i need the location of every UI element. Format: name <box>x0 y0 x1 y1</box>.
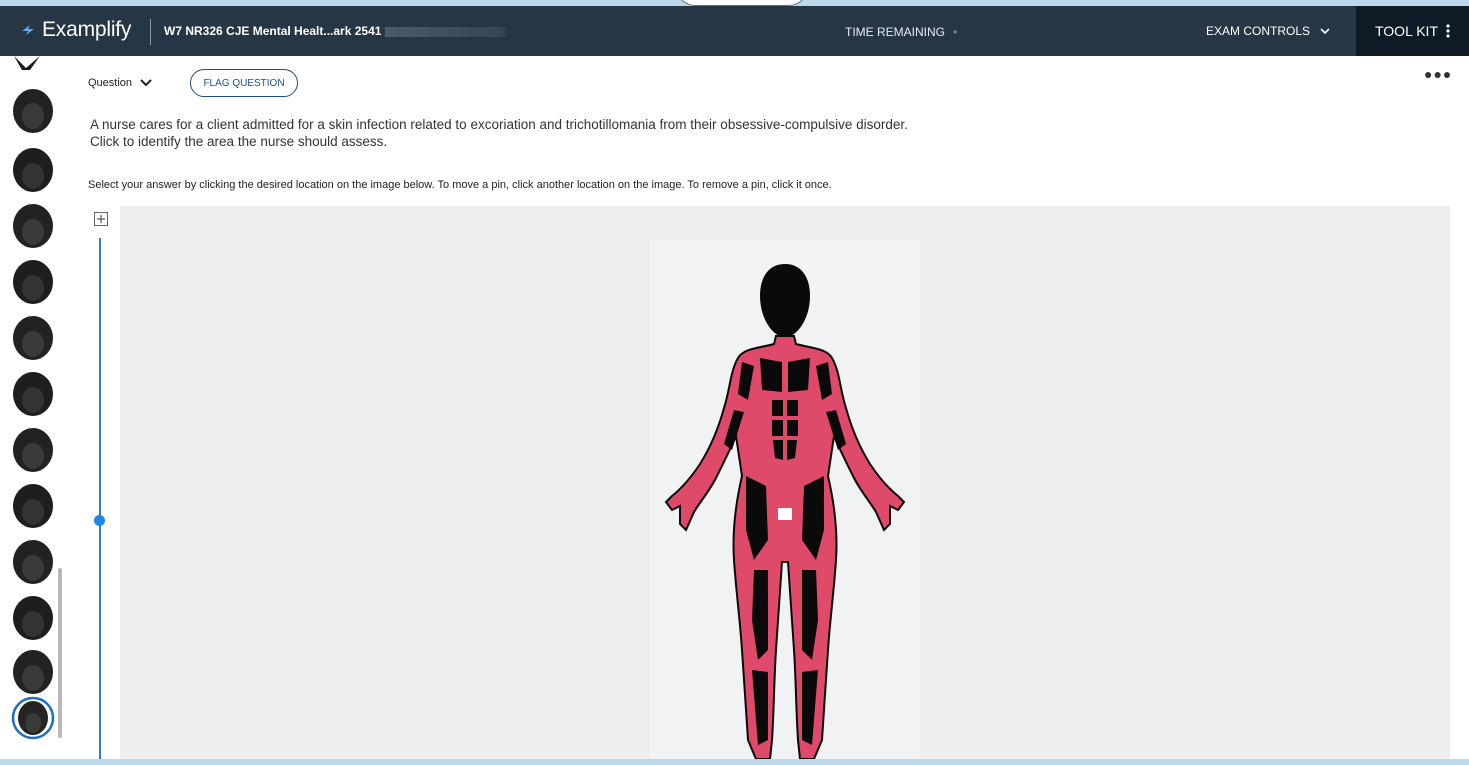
flag-question-button[interactable]: FLAG QUESTION <box>190 69 298 97</box>
exam-controls-menu[interactable]: EXAM CONTROLS <box>1206 24 1330 38</box>
navigator-scrollbar[interactable] <box>58 568 62 738</box>
question-thumbnail[interactable] <box>13 56 53 133</box>
zoom-slider-track[interactable] <box>99 238 101 759</box>
question-thumbnail[interactable] <box>13 372 53 416</box>
answer-instructions: Select your answer by clicking the desir… <box>88 179 832 191</box>
app-logo: Examplify <box>20 18 131 42</box>
question-thumbnail[interactable] <box>13 596 53 640</box>
question-stem: A nurse cares for a client admitted for … <box>90 116 908 150</box>
figure-body <box>664 335 906 760</box>
figure-pelvis-highlight <box>778 508 792 520</box>
examplify-logo-icon <box>22 25 34 35</box>
chevron-down-icon <box>140 79 152 87</box>
app-logo-text: Examplify <box>42 18 132 41</box>
question-navigator-rail <box>0 56 68 759</box>
exam-title: W7 NR326 CJE Mental Healt...ark 2541 <box>164 24 506 38</box>
question-thumbnail[interactable] <box>13 148 53 192</box>
question-stem-line: Click to identify the area the nurse sho… <box>90 134 388 149</box>
kebab-menu-icon <box>1446 24 1450 38</box>
question-thumbnail-current[interactable] <box>11 696 55 740</box>
human-body-diagram <box>664 264 906 760</box>
window-bottom-strip <box>0 759 1469 765</box>
hotspot-canvas[interactable] <box>120 206 1450 760</box>
time-remaining-value: • <box>953 25 958 39</box>
body-figure-image[interactable] <box>650 240 921 760</box>
figure-head <box>760 264 810 338</box>
chevron-down-icon <box>1320 27 1330 34</box>
question-label: Question <box>88 77 133 89</box>
redacted-text <box>385 26 506 37</box>
time-remaining-label: TIME REMAINING <box>845 25 946 39</box>
question-thumbnail[interactable] <box>13 316 53 360</box>
question-thumbnail[interactable] <box>13 484 53 528</box>
exam-controls-label: EXAM CONTROLS <box>1206 24 1311 38</box>
question-stem-line: A nurse cares for a client admitted for … <box>90 117 908 132</box>
zoom-in-icon[interactable] <box>94 212 108 226</box>
question-thumbnail[interactable] <box>13 540 53 584</box>
exam-title-text: W7 NR326 CJE Mental Healt...ark 2541 <box>164 24 382 38</box>
toolkit-label: TOOL KIT <box>1374 23 1438 39</box>
toolkit-button[interactable]: TOOL KIT <box>1356 6 1469 56</box>
app-header: Examplify W7 NR326 CJE Mental Healt...ar… <box>0 6 1469 56</box>
header-divider <box>150 19 151 45</box>
question-thumbnail[interactable] <box>13 650 53 694</box>
question-thumbnail[interactable] <box>13 204 53 248</box>
question-selector[interactable]: Question <box>88 77 152 89</box>
more-horizontal-icon[interactable]: ●●● <box>1424 66 1452 82</box>
question-thumbnail[interactable] <box>13 428 53 472</box>
question-thumbnail[interactable] <box>13 260 53 304</box>
question-content: Question FLAG QUESTION ●●● A nurse cares… <box>68 56 1469 760</box>
zoom-slider-handle[interactable] <box>94 515 105 526</box>
